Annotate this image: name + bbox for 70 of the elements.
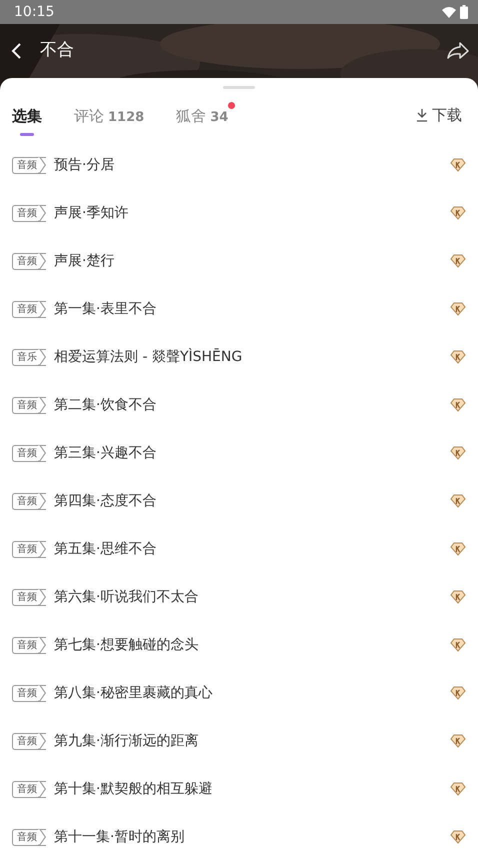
- episode-item[interactable]: 音频 预告·分居: [0, 141, 478, 189]
- episode-item[interactable]: 音频 第九集·渐行渐远的距离: [0, 717, 478, 765]
- battery-icon: [460, 5, 468, 19]
- episode-title: 相爱运算法则 - 燚聲YÌSHĒNG: [54, 347, 242, 366]
- status-time: 10:15: [14, 2, 54, 22]
- episode-item[interactable]: 音乐 相爱运算法则 - 燚聲YÌSHĒNG: [0, 333, 478, 381]
- episode-item[interactable]: 音频 第八集·秘密里裹藏的真心: [0, 669, 478, 717]
- diamond-icon: [450, 254, 466, 268]
- episode-title: 第二集·饮食不合: [54, 396, 156, 414]
- type-tag: 音频: [12, 252, 46, 270]
- type-tag: 音频: [12, 444, 46, 462]
- episode-title: 第十一集·暂时的离别: [54, 828, 184, 846]
- episode-item[interactable]: 音频 第四集·态度不合: [0, 477, 478, 525]
- diamond-icon: [450, 494, 466, 508]
- diamond-icon: [450, 398, 466, 412]
- share-icon[interactable]: [446, 41, 470, 61]
- episode-title: 第八集·秘密里裹藏的真心: [54, 684, 212, 702]
- download-button[interactable]: 下载: [416, 104, 462, 126]
- episode-title: 第九集·渐行渐远的距离: [54, 732, 198, 750]
- tab[interactable]: 狐舍 34: [176, 100, 236, 138]
- type-tag: 音频: [12, 540, 46, 558]
- type-tag: 音频: [12, 732, 46, 750]
- header-title: 不合: [40, 39, 74, 62]
- episode-title: 第四集·态度不合: [54, 492, 156, 510]
- episode-title: 预告·分居: [54, 156, 114, 174]
- diamond-icon: [450, 446, 466, 460]
- type-tag: 音频: [12, 396, 46, 414]
- wifi-icon: [442, 6, 456, 18]
- download-icon: [416, 108, 428, 122]
- episode-item[interactable]: 音频 第六集·听说我们不太合: [0, 573, 478, 621]
- episode-title: 第十集·默契般的相互躲避: [54, 780, 212, 798]
- episode-title: 第一集·表里不合: [54, 300, 156, 318]
- type-tag: 音频: [12, 492, 46, 510]
- episode-item[interactable]: 音频 第二集·饮食不合: [0, 381, 478, 429]
- diamond-icon: [450, 158, 466, 172]
- type-tag: 音频: [12, 780, 46, 798]
- diamond-icon: [450, 542, 466, 556]
- episode-title: 第六集·听说我们不太合: [54, 588, 198, 606]
- tab[interactable]: 评论 1128: [74, 100, 152, 138]
- type-tag: 音频: [12, 636, 46, 654]
- type-tag: 音频: [12, 684, 46, 702]
- episode-title: 第三集·兴趣不合: [54, 444, 156, 462]
- episode-title: 第七集·想要触碰的念头: [54, 636, 198, 654]
- type-tag: 音乐: [12, 348, 46, 366]
- type-tag: 音频: [12, 204, 46, 222]
- episode-title: 声展·季知许: [54, 204, 128, 222]
- episode-item[interactable]: 音频 声展·季知许: [0, 189, 478, 237]
- tab[interactable]: 选集: [12, 100, 50, 138]
- type-tag: 音频: [12, 300, 46, 318]
- diamond-icon: [450, 686, 466, 700]
- diamond-icon: [450, 206, 466, 220]
- episode-item[interactable]: 音频 第十集·默契般的相互躲避: [0, 765, 478, 813]
- episode-item[interactable]: 音频 声展·楚行: [0, 237, 478, 285]
- diamond-icon: [450, 302, 466, 316]
- type-tag: 音频: [12, 156, 46, 174]
- diamond-icon: [450, 734, 466, 748]
- episode-item[interactable]: 音频 第一集·表里不合: [0, 285, 478, 333]
- diamond-icon: [450, 830, 466, 844]
- diamond-icon: [450, 590, 466, 604]
- episode-item[interactable]: 音频 第三集·兴趣不合: [0, 429, 478, 477]
- episode-item[interactable]: 音频 第七集·想要触碰的念头: [0, 621, 478, 669]
- episode-title: 声展·楚行: [54, 252, 114, 270]
- type-tag: 音频: [12, 588, 46, 606]
- episode-title: 第五集·思维不合: [54, 540, 156, 558]
- episode-item[interactable]: 音频 第十一集·暂时的离别: [0, 813, 478, 851]
- type-tag: 音频: [12, 828, 46, 846]
- episode-item[interactable]: 音频 第五集·思维不合: [0, 525, 478, 573]
- diamond-icon: [450, 350, 466, 364]
- diamond-icon: [450, 782, 466, 796]
- diamond-icon: [450, 638, 466, 652]
